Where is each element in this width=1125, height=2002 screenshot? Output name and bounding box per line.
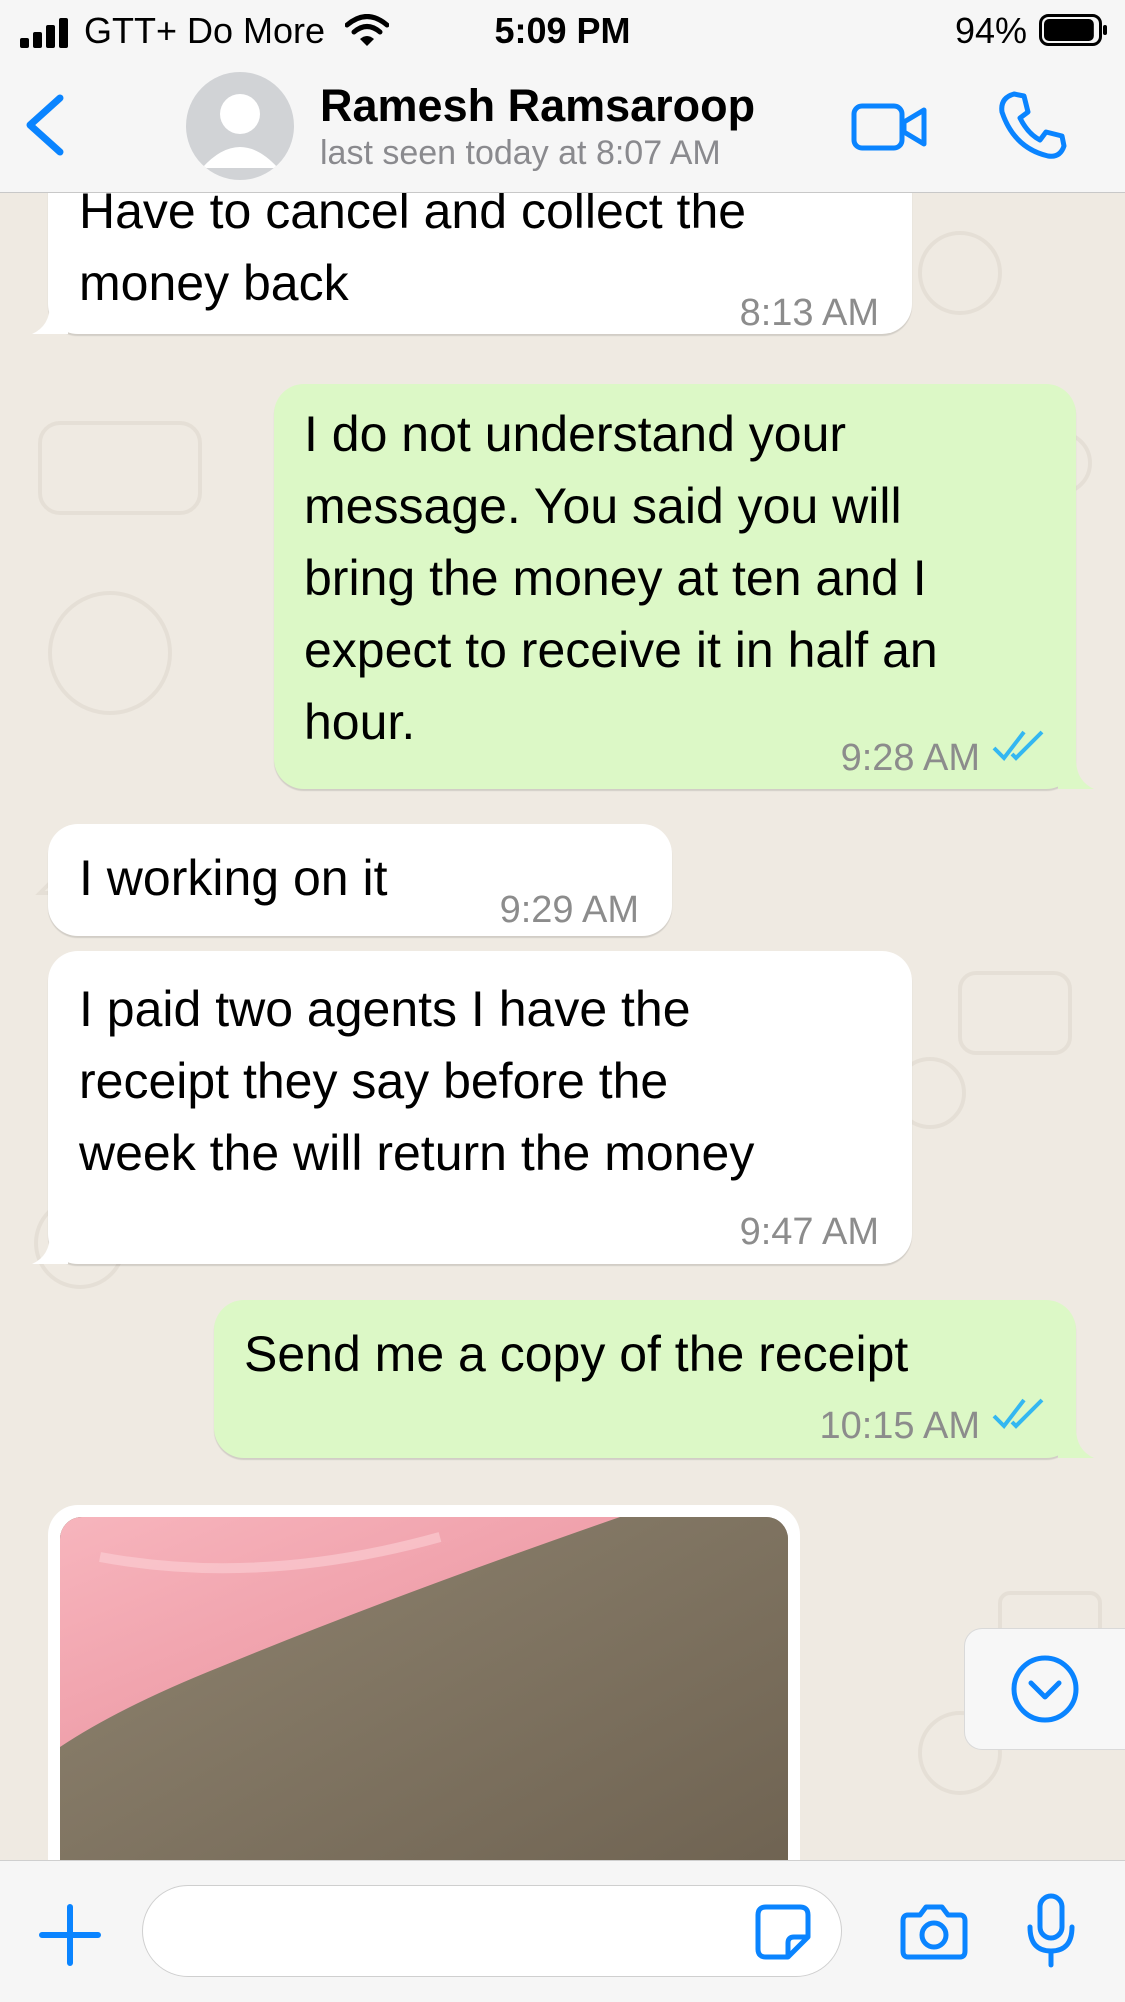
- last-seen-status: last seen today at 8:07 AM: [320, 134, 721, 172]
- message-text: I do not understand your message. You sai…: [304, 406, 938, 750]
- message-composer: [0, 1860, 1125, 2002]
- message-time: 10:15 AM: [819, 1405, 980, 1447]
- video-call-icon[interactable]: [850, 92, 930, 162]
- chat-header: Ramesh Ramsaroop last seen today at 8:07…: [0, 62, 1125, 193]
- battery-percent: 94%: [954, 10, 1027, 51]
- read-receipt-icon: [992, 730, 1044, 762]
- incoming-message[interactable]: I paid two agents I have the receipt they…: [32, 951, 912, 1264]
- bubble-tail: [1058, 759, 1094, 789]
- contact-avatar[interactable]: [186, 72, 294, 180]
- message-time: 8:13 AM: [739, 292, 879, 334]
- status-bar: GTT+ Do More 5:09 PM 94%: [0, 0, 1125, 62]
- wifi-icon: [345, 14, 389, 46]
- message-time: 9:28 AM: [840, 737, 980, 779]
- person-icon: [202, 94, 278, 168]
- chevron-down-circle-icon: [1011, 1655, 1079, 1723]
- battery-icon: [1039, 14, 1107, 46]
- message-text: Send me a copy of the receipt: [244, 1326, 909, 1382]
- microphone-icon[interactable]: [1026, 1893, 1076, 1969]
- phone-call-icon[interactable]: [996, 88, 1068, 162]
- photo-thumbnail[interactable]: [60, 1517, 788, 1860]
- outgoing-message[interactable]: I do not understand your message. You sai…: [274, 384, 1094, 789]
- chat-area[interactable]: Have to cancel and collect the money back…: [0, 193, 1125, 1860]
- message-input[interactable]: [142, 1885, 842, 1977]
- message-text: I working on it: [79, 850, 388, 906]
- outgoing-message[interactable]: Send me a copy of the receipt 10:15 AM: [214, 1300, 1094, 1458]
- carrier-name: GTT+ Do More: [84, 10, 326, 51]
- photo-image: [60, 1517, 788, 1860]
- bubble-tail: [1058, 1428, 1094, 1458]
- plus-icon[interactable]: [38, 1903, 102, 1967]
- sticker-icon[interactable]: [754, 1903, 812, 1961]
- message-text: I paid two agents I have the receipt they…: [79, 981, 755, 1181]
- bubble-tail: [32, 1234, 68, 1264]
- read-receipt-icon: [992, 1398, 1044, 1430]
- message-time: 9:47 AM: [739, 1211, 879, 1253]
- scroll-to-bottom-button[interactable]: [964, 1628, 1125, 1750]
- incoming-photo-message[interactable]: [48, 1505, 800, 1860]
- contact-name[interactable]: Ramesh Ramsaroop: [320, 80, 755, 132]
- bubble-tail: [32, 304, 68, 334]
- signal-strength-icon: [20, 18, 76, 48]
- message-text: Have to cancel and collect the money back: [79, 193, 747, 311]
- message-time: 9:29 AM: [499, 889, 639, 931]
- camera-icon[interactable]: [900, 1901, 968, 1961]
- back-chevron-icon[interactable]: [16, 90, 76, 160]
- incoming-message[interactable]: Have to cancel and collect the money back…: [32, 193, 912, 334]
- incoming-message[interactable]: I working on it 9:29 AM: [48, 824, 672, 936]
